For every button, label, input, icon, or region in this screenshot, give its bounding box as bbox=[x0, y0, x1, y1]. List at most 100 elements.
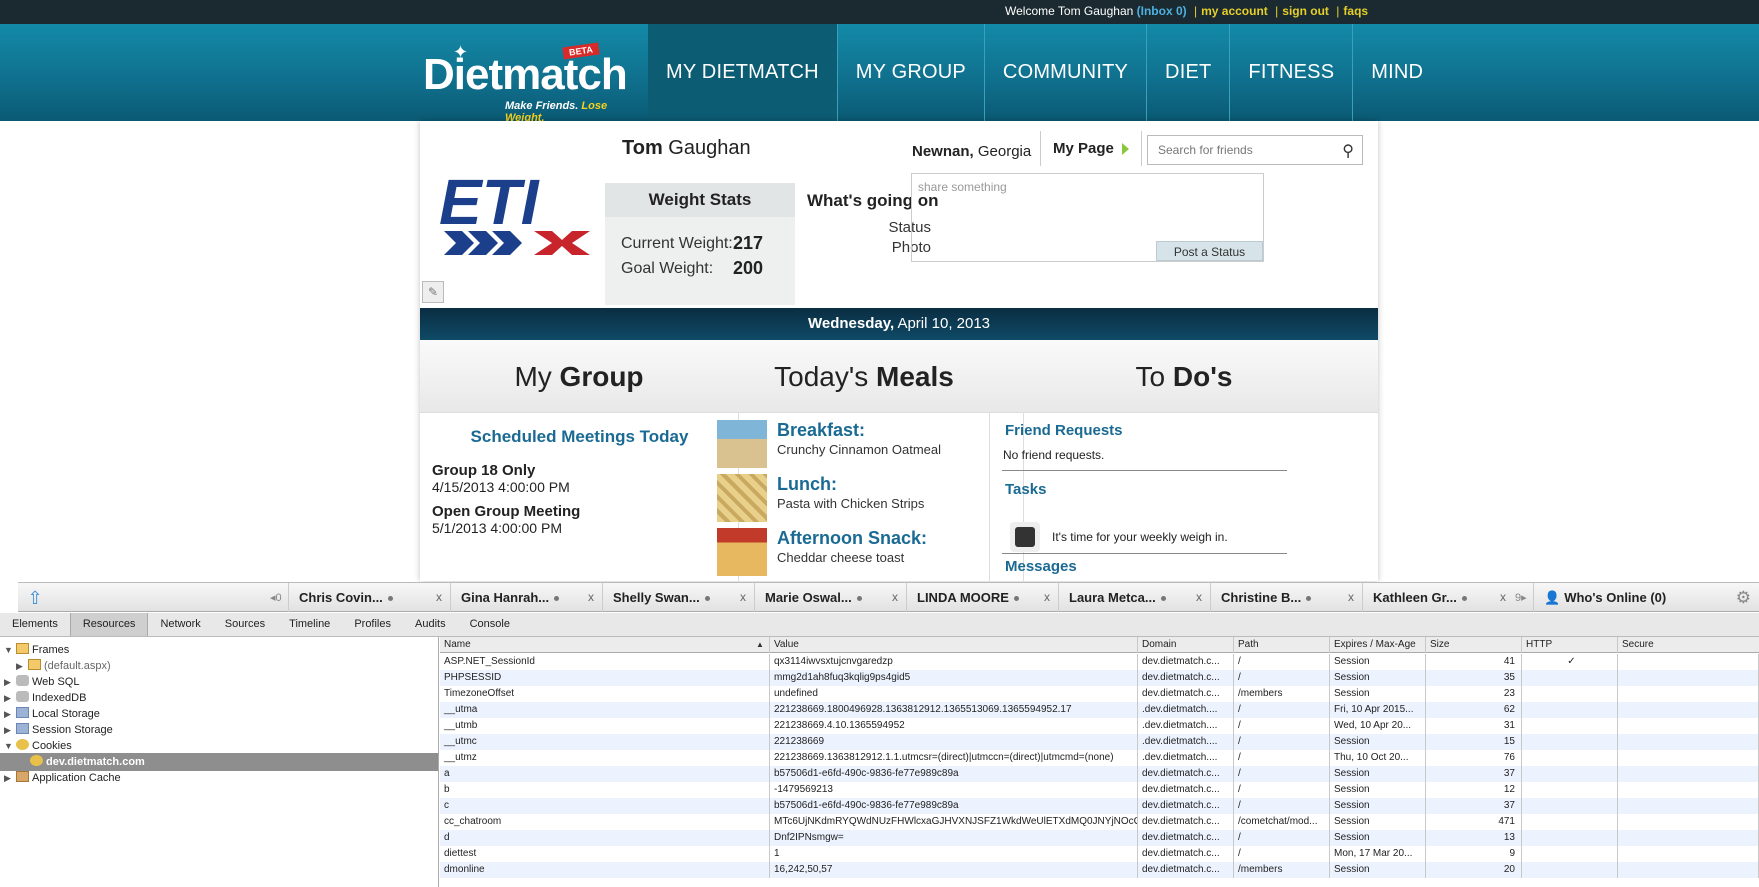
table-cell: Session bbox=[1330, 862, 1426, 878]
table-cell: 12 bbox=[1426, 782, 1522, 798]
nav-diet[interactable]: DIET bbox=[1147, 24, 1231, 121]
table-cell: 37 bbox=[1426, 766, 1522, 782]
chat-tab[interactable]: Kathleen Gr... x bbox=[1362, 583, 1514, 612]
task-item[interactable]: It's time for your weekly weigh in. bbox=[1052, 530, 1228, 544]
table-cell: 62 bbox=[1426, 702, 1522, 718]
table-cell: 76 bbox=[1426, 750, 1522, 766]
scale-icon bbox=[1010, 522, 1040, 552]
my-page-link[interactable]: My Page bbox=[1040, 131, 1142, 166]
table-cell: qx3114iwvsxtujcnvgaredzp bbox=[770, 654, 1138, 670]
col-name[interactable]: Name bbox=[440, 637, 770, 653]
tab-elements[interactable]: Elements bbox=[0, 613, 70, 636]
tab-timeline[interactable]: Timeline bbox=[277, 613, 342, 636]
col-domain[interactable]: Domain bbox=[1138, 637, 1234, 653]
col-path[interactable]: Path bbox=[1234, 637, 1330, 653]
table-cell: .dev.dietmatch.... bbox=[1138, 750, 1234, 766]
table-row[interactable]: diettest 1 dev.dietmatch.c... / Mon, 17 Mar … bbox=[440, 846, 1759, 862]
col-secure[interactable]: Secure bbox=[1618, 637, 1759, 653]
chat-next[interactable]: 9▸ bbox=[1515, 591, 1527, 604]
nav-community[interactable]: COMMUNITY bbox=[985, 24, 1148, 121]
table-cell: 20 bbox=[1426, 862, 1522, 878]
table-row[interactable]: __utma 221238669.1800496928.1363812912.13… bbox=[440, 702, 1759, 718]
tab-profiles[interactable]: Profiles bbox=[342, 613, 403, 636]
col-http[interactable]: HTTP bbox=[1522, 637, 1618, 653]
chat-tab[interactable]: Chris Covin... x bbox=[288, 583, 450, 612]
table-row[interactable]: d Dnf2IPNsmgw= dev.dietmatch.c... / Session 1… bbox=[440, 830, 1759, 846]
table-cell: __utmz bbox=[440, 750, 770, 766]
chat-prev[interactable]: ◂0 bbox=[270, 591, 282, 604]
table-cell: 41 bbox=[1426, 654, 1522, 670]
search-icon[interactable]: ⚲ bbox=[1342, 141, 1354, 161]
table-row[interactable]: c b57506d1-e6fd-490c-9836-fe77e989c89a dev… bbox=[440, 798, 1759, 814]
chat-tab[interactable]: Marie Oswal... x bbox=[754, 583, 906, 612]
cookie-icon bbox=[16, 739, 29, 750]
table-row[interactable]: PHPSESSID mmg2d1ah8fuq3kqlig9ps4gid5 dev.d… bbox=[440, 670, 1759, 686]
table-header: Name Value Domain Path Expires / Max-Age… bbox=[440, 637, 1759, 653]
chat-tab[interactable]: Gina Hanrah... x bbox=[450, 583, 602, 612]
sign-out-link[interactable]: sign out bbox=[1282, 4, 1329, 18]
table-row[interactable]: b -1479569213 dev.dietmatch.c... / Session 12 bbox=[440, 782, 1759, 798]
nav-mind[interactable]: MIND bbox=[1353, 24, 1441, 121]
table-cell: dev.dietmatch.c... bbox=[1138, 862, 1234, 878]
table-cell: 35 bbox=[1426, 670, 1522, 686]
svg-text:ETI: ETI bbox=[439, 166, 540, 238]
table-row[interactable]: TimezoneOffset undefined dev.dietmatch.c..… bbox=[440, 686, 1759, 702]
divider bbox=[1002, 470, 1287, 471]
table-cell: dev.dietmatch.c... bbox=[1138, 686, 1234, 702]
meal-snack[interactable]: Afternoon Snack: Cheddar cheese toast bbox=[717, 528, 1017, 578]
table-row[interactable]: a b57506d1-e6fd-490c-9836-fe77e989c89a dev… bbox=[440, 766, 1759, 782]
messages-title[interactable]: Messages bbox=[1005, 558, 1077, 575]
nav-fitness[interactable]: FITNESS bbox=[1230, 24, 1354, 121]
arrow-up-icon[interactable]: ⇧ bbox=[22, 586, 48, 610]
chat-bar: ⇧ ◂0 Chris Covin... x Gina Hanrah... x She… bbox=[18, 582, 1759, 612]
table-cell: d bbox=[440, 830, 770, 846]
table-row[interactable]: __utmz 221238669.1363812912.1.1.utmcsr=(d… bbox=[440, 750, 1759, 766]
tab-console[interactable]: Console bbox=[458, 613, 522, 636]
scheduled-meetings-title[interactable]: Scheduled Meetings Today bbox=[420, 427, 739, 447]
table-cell: dev.dietmatch.c... bbox=[1138, 654, 1234, 670]
table-cell: 221238669.4.10.1365594952 bbox=[770, 718, 1138, 734]
tab-network[interactable]: Network bbox=[148, 613, 212, 636]
my-account-link[interactable]: my account bbox=[1201, 4, 1268, 18]
table-row[interactable]: __utmb 221238669.4.10.1365594952 .dev.diet… bbox=[440, 718, 1759, 734]
table-cell bbox=[1522, 846, 1618, 862]
table-cell: Session bbox=[1330, 814, 1426, 830]
table-row[interactable]: ASP.NET_SessionId qx3114iwvsxtujcnvgaredz… bbox=[440, 654, 1759, 670]
nav-my-group[interactable]: MY GROUP bbox=[838, 24, 985, 121]
table-cell: dev.dietmatch.c... bbox=[1138, 782, 1234, 798]
meeting-item[interactable]: Group 18 Only 4/15/2013 4:00:00 PM bbox=[432, 462, 570, 495]
top-bar: Welcome Tom Gaughan (Inbox 0) | my accoun… bbox=[0, 0, 1759, 24]
meal-breakfast[interactable]: Breakfast: Crunchy Cinnamon Oatmeal bbox=[717, 420, 1017, 470]
inbox-link[interactable]: (Inbox 0) bbox=[1137, 4, 1187, 18]
meeting-item[interactable]: Open Group Meeting 5/1/2013 4:00:00 PM bbox=[432, 503, 580, 536]
tree-app-cache[interactable]: ▶ Application Cache bbox=[4, 769, 121, 787]
tab-resources[interactable]: Resources bbox=[69, 613, 149, 636]
friend-requests-title[interactable]: Friend Requests bbox=[1005, 422, 1123, 439]
chat-tab[interactable]: Shelly Swan... x bbox=[602, 583, 754, 612]
friend-search-input[interactable]: Search for friends ⚲ bbox=[1147, 135, 1363, 165]
col-value[interactable]: Value bbox=[770, 637, 1138, 653]
table-cell: __utmb bbox=[440, 718, 770, 734]
chat-tab[interactable]: LINDA MOORE x bbox=[906, 583, 1058, 612]
table-row[interactable]: __utmc 221238669 .dev.dietmatch.... / Sessio… bbox=[440, 734, 1759, 750]
nav-my-dietmatch[interactable]: MY DIETMATCH bbox=[648, 24, 838, 121]
gear-icon[interactable]: ⚙ bbox=[1736, 588, 1751, 608]
chat-tab[interactable]: Laura Metca... x bbox=[1058, 583, 1210, 612]
table-row[interactable]: cc_chatroom MTc6UjNKdmRYQWdNUzFHWlcxaGJHV… bbox=[440, 814, 1759, 830]
faqs-link[interactable]: faqs bbox=[1343, 4, 1368, 18]
col-size[interactable]: Size bbox=[1426, 637, 1522, 653]
meal-lunch[interactable]: Lunch: Pasta with Chicken Strips bbox=[717, 474, 1017, 524]
dietmatch-logo[interactable]: ✦ Dietmatch BETA Make Friends. Lose Weig… bbox=[423, 42, 628, 124]
edit-photo-icon[interactable]: ✎ bbox=[422, 281, 444, 303]
table-cell: c bbox=[440, 798, 770, 814]
whos-online-button[interactable]: 👤 Who's Online (0) bbox=[1533, 583, 1676, 612]
tab-audits[interactable]: Audits bbox=[403, 613, 458, 636]
tab-sources[interactable]: Sources bbox=[213, 613, 277, 636]
my-group-column: My Group Scheduled Meetings Today Group … bbox=[420, 340, 739, 581]
table-cell: cc_chatroom bbox=[440, 814, 770, 830]
table-row[interactable]: dmonline 16,242,50,57 dev.dietmatch.c.../m… bbox=[440, 862, 1759, 878]
chat-tab[interactable]: Christine B... x bbox=[1210, 583, 1362, 612]
table-cell: __utmc bbox=[440, 734, 770, 750]
post-status-button[interactable]: Post a Status bbox=[1156, 241, 1263, 261]
col-expires[interactable]: Expires / Max-Age bbox=[1330, 637, 1426, 653]
